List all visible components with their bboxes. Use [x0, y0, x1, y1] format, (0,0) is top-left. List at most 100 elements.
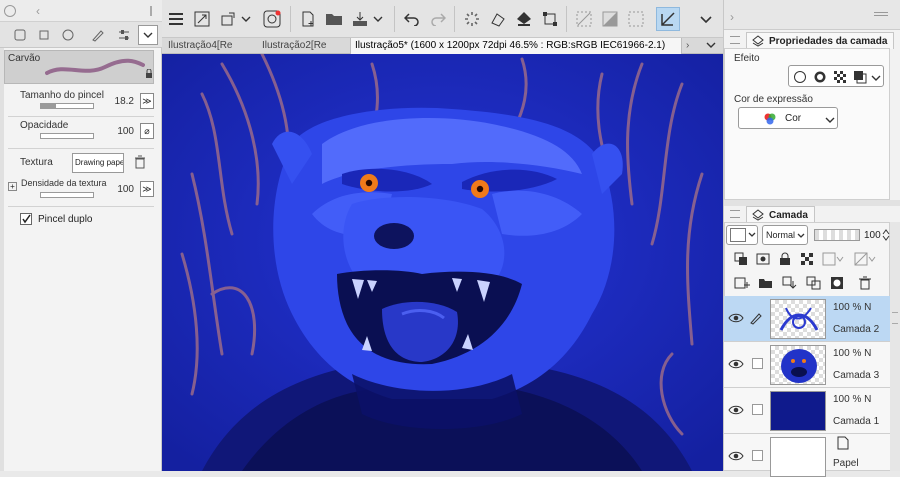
- layer-properties-tab[interactable]: Propriedades da camada: [746, 32, 895, 49]
- dual-brush-checkbox[interactable]: [20, 213, 32, 225]
- undo-icon[interactable]: [400, 7, 424, 31]
- transform-selection-icon[interactable]: [538, 7, 562, 31]
- chevron-down-icon[interactable]: [825, 116, 835, 124]
- layer-row-camada-3[interactable]: 100 % N Camada 3: [724, 342, 890, 388]
- loading-spinner-icon[interactable]: [460, 7, 484, 31]
- deselect-icon[interactable]: [572, 7, 596, 31]
- layer-row-camada-1[interactable]: 100 % N Camada 1: [724, 388, 890, 434]
- transfer-down-icon[interactable]: [782, 276, 798, 290]
- opacity-value[interactable]: 100: [117, 126, 134, 137]
- chevron-right-icon[interactable]: ›: [730, 10, 734, 24]
- layer-row-papel[interactable]: Papel: [724, 434, 890, 477]
- fit-screen-icon[interactable]: [190, 7, 214, 31]
- eye-icon[interactable]: [728, 404, 744, 416]
- chevron-down-icon[interactable]: [370, 7, 386, 31]
- layer-lock-checkbox[interactable]: [752, 404, 763, 415]
- layer-row-camada-2[interactable]: 100 % N Camada 2: [724, 296, 890, 342]
- new-raster-layer-icon[interactable]: [734, 276, 750, 290]
- transform-icon[interactable]: [216, 7, 240, 31]
- lock-icon[interactable]: [145, 69, 153, 79]
- panel-menu-dropdown[interactable]: [138, 25, 158, 45]
- chevron-down-icon[interactable]: [706, 41, 716, 49]
- layer-opacity-value[interactable]: 100: [864, 230, 881, 241]
- layer-opacity-slider[interactable]: [814, 229, 860, 241]
- lock-layer-icon[interactable]: [778, 252, 792, 266]
- right-panel-header: ›: [724, 0, 900, 30]
- new-folder-icon[interactable]: [758, 276, 774, 290]
- layer-lock-checkbox[interactable]: [752, 450, 763, 461]
- settings-sliders-icon[interactable]: [112, 25, 136, 45]
- selection-area-icon[interactable]: [624, 7, 648, 31]
- eye-icon[interactable]: [728, 450, 744, 462]
- density-pressure-icon[interactable]: ≫: [140, 181, 154, 197]
- pressure-toggle-icon[interactable]: ≫: [140, 93, 154, 109]
- expand-icon[interactable]: +: [8, 182, 17, 191]
- brush-size-slider[interactable]: [40, 103, 94, 109]
- layer-mask-icon[interactable]: [830, 276, 846, 290]
- opacity-slider[interactable]: [40, 133, 94, 139]
- grip-icon[interactable]: [730, 36, 740, 44]
- chevron-right-icon[interactable]: ›: [686, 40, 689, 51]
- texture-density-row: + Densidade da textura 100 ≫: [8, 178, 158, 204]
- ruler-snap-icon[interactable]: [656, 7, 680, 31]
- grip-icon[interactable]: [874, 12, 888, 16]
- hamburger-menu-icon[interactable]: [164, 7, 188, 31]
- chevron-down-icon[interactable]: [696, 7, 716, 31]
- layer-color-icon[interactable]: [853, 70, 867, 84]
- tone-icon[interactable]: [833, 70, 847, 84]
- texture-density-label: Densidade da textura: [21, 178, 107, 188]
- drawing-canvas[interactable]: [162, 54, 723, 471]
- fill-icon[interactable]: [512, 7, 536, 31]
- square-tab-icon[interactable]: [32, 25, 56, 45]
- delete-layer-icon[interactable]: [858, 276, 872, 290]
- grip-icon[interactable]: [730, 210, 740, 218]
- opacity-label: Opacidade: [20, 120, 69, 131]
- reference-layer-icon[interactable]: [756, 252, 770, 266]
- menu-icon[interactable]: [4, 5, 16, 17]
- new-file-icon[interactable]: [296, 7, 320, 31]
- pen-tab-icon[interactable]: [86, 25, 110, 45]
- blend-mode-select[interactable]: Normal: [762, 225, 808, 245]
- eye-icon[interactable]: [728, 312, 744, 324]
- brush-preset-item[interactable]: Carvão: [4, 50, 154, 84]
- layers-scrollbar[interactable]: [890, 222, 900, 471]
- eye-icon[interactable]: [728, 358, 744, 370]
- layer-lock-checkbox[interactable]: [752, 358, 763, 369]
- open-folder-icon[interactable]: [322, 7, 346, 31]
- effect-selector[interactable]: [788, 65, 884, 87]
- chevron-down-icon[interactable]: [871, 74, 881, 82]
- opacity-pressure-icon[interactable]: ⌀: [140, 123, 154, 139]
- chevron-down-icon[interactable]: [238, 7, 254, 31]
- border-effect-icon[interactable]: [793, 70, 807, 84]
- panel-grip[interactable]: [0, 48, 4, 471]
- watercolor-edge-icon[interactable]: [813, 70, 827, 84]
- doc-tab-ilustracao5[interactable]: Ilustração5* (1600 x 1200px 72dpi 46.5% …: [350, 38, 682, 54]
- palette-layer-icon[interactable]: [822, 252, 844, 266]
- texture-select[interactable]: Drawing paper: [72, 153, 124, 173]
- merge-down-icon[interactable]: [806, 276, 822, 290]
- clear-layer-icon[interactable]: [486, 7, 510, 31]
- lock-transparency-icon[interactable]: [800, 252, 814, 266]
- grip-icon[interactable]: [150, 6, 152, 16]
- redo-icon[interactable]: [426, 7, 450, 31]
- brush-tab-icon[interactable]: [8, 25, 32, 45]
- chevron-left-icon[interactable]: ‹: [36, 4, 40, 18]
- doc-tab-ilustracao2[interactable]: Ilustração2[Re: [258, 38, 350, 54]
- layer-color-swatch-select[interactable]: [726, 225, 758, 245]
- invert-selection-icon[interactable]: [598, 7, 622, 31]
- circle-tab-icon[interactable]: [56, 25, 80, 45]
- expression-color-select[interactable]: Cor: [738, 107, 838, 129]
- clip-lower-layer-icon[interactable]: [734, 252, 748, 266]
- scroll-grip-icon[interactable]: [892, 312, 898, 324]
- mask-layer-icon[interactable]: [854, 252, 876, 266]
- doc-tab-ilustracao4[interactable]: Ilustração4[Re: [164, 38, 254, 54]
- divider: [8, 116, 154, 117]
- texture-density-slider[interactable]: [40, 192, 94, 198]
- brush-size-value[interactable]: 18.2: [115, 96, 134, 107]
- clip-studio-icon[interactable]: [260, 7, 284, 31]
- save-icon[interactable]: [348, 7, 372, 31]
- texture-density-value[interactable]: 100: [117, 184, 134, 195]
- trash-icon[interactable]: [134, 155, 146, 169]
- spin-arrows-icon[interactable]: [882, 229, 890, 241]
- layer-name: Camada 3: [833, 370, 880, 381]
